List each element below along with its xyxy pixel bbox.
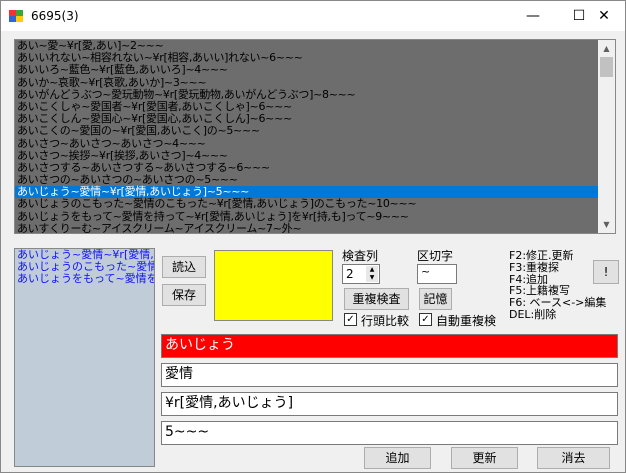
hint-line: F3:重複探 bbox=[509, 260, 560, 274]
ruby-input[interactable]: ¥r[愛情,あいじょう] bbox=[161, 392, 618, 416]
spinner-arrows-icon[interactable]: ▲ ▼ bbox=[366, 266, 378, 282]
list-item[interactable]: あいじょうをもって~愛情を持って~¥r[愛情,あいじょう]を¥r[持,も]って~… bbox=[15, 210, 615, 223]
update-button[interactable]: 更新 bbox=[451, 447, 518, 469]
list-item[interactable]: あいじょうのこもった~愛情のこもった~¥r[愛情,あいじょう]のこもった~10~… bbox=[15, 198, 615, 210]
check-col-value: 2 bbox=[346, 267, 354, 281]
auto-dup-checkbox[interactable]: ✓ bbox=[419, 313, 432, 326]
app-icon bbox=[9, 10, 23, 22]
extra-input[interactable]: 5~~~ bbox=[161, 421, 618, 445]
auto-dup-label: 自動重複検 bbox=[436, 314, 497, 328]
line-head-label: 行頭比較 bbox=[361, 314, 410, 328]
list-item[interactable]: あいさつ~あいさつ~あいさつ~4~~~ bbox=[15, 137, 615, 150]
list-item[interactable]: あいこくの~愛国の~¥r[愛国,あいこく]の~5~~~ bbox=[15, 125, 615, 137]
delimiter-input[interactable]: ~ bbox=[417, 264, 457, 284]
check-col-label: 検査列 bbox=[342, 249, 379, 263]
entry-list[interactable]: あい~愛~¥r[愛,あい]~2~~~ あいいれない~相容れない~¥r[相容,あいい… bbox=[14, 39, 616, 234]
delimiter-label: 区切字 bbox=[417, 249, 454, 263]
title-bar: 6695(3) — ☐ ✕ bbox=[1, 1, 625, 31]
add-button[interactable]: 追加 bbox=[364, 447, 431, 469]
list-item[interactable]: あいいろ~藍色~¥r[藍色,あいいろ]~4~~~ bbox=[15, 64, 615, 76]
word-input[interactable]: 愛情 bbox=[161, 363, 618, 387]
list-item[interactable]: あいすくりーむ~アイスクリーム~アイスクリーム~7~外~ bbox=[15, 222, 615, 233]
minimize-button[interactable]: — bbox=[510, 1, 556, 31]
color-swatch bbox=[214, 250, 333, 321]
list-item[interactable]: あいか~哀歌~¥r[哀歌,あいか]~3~~~ bbox=[15, 76, 615, 89]
load-button[interactable]: 読込 bbox=[162, 256, 206, 278]
close-button[interactable]: ✕ bbox=[581, 1, 626, 31]
list-scrollbar[interactable]: ▲ ▼ bbox=[598, 40, 615, 233]
dup-check-button[interactable]: 重複検査 bbox=[344, 288, 409, 310]
match-list[interactable]: あいじょう~愛情~¥r[愛情,あいじょう]~5~~~あいじょうのこもった~愛情の… bbox=[14, 248, 155, 467]
delete-button[interactable]: 消去 bbox=[537, 447, 610, 469]
window-title: 6695(3) bbox=[31, 9, 79, 23]
bang-button[interactable]: ! bbox=[593, 260, 619, 284]
match-item[interactable]: あいじょうをもって~愛情を持って~¥r[愛情,あいじょう]を¥r[持,も]って~… bbox=[15, 273, 154, 285]
hint-line: DEL:削除 bbox=[509, 307, 557, 321]
scroll-up-icon[interactable]: ▲ bbox=[598, 40, 615, 57]
save-button[interactable]: 保存 bbox=[162, 284, 206, 306]
remember-button[interactable]: 記憶 bbox=[419, 288, 452, 310]
shortcut-hints: F2:修正.更新 F3:重複探 F4:追加 F5:上籍複写 F6: ベース<->編集 DE… bbox=[509, 250, 606, 321]
scroll-down-icon[interactable]: ▼ bbox=[598, 216, 615, 233]
check-col-spinner[interactable]: 2 ▲ ▼ bbox=[342, 264, 380, 284]
reading-input[interactable]: あいじょう bbox=[161, 334, 618, 358]
line-head-checkbox[interactable]: ✓ bbox=[344, 313, 357, 326]
scroll-thumb[interactable] bbox=[600, 57, 613, 77]
